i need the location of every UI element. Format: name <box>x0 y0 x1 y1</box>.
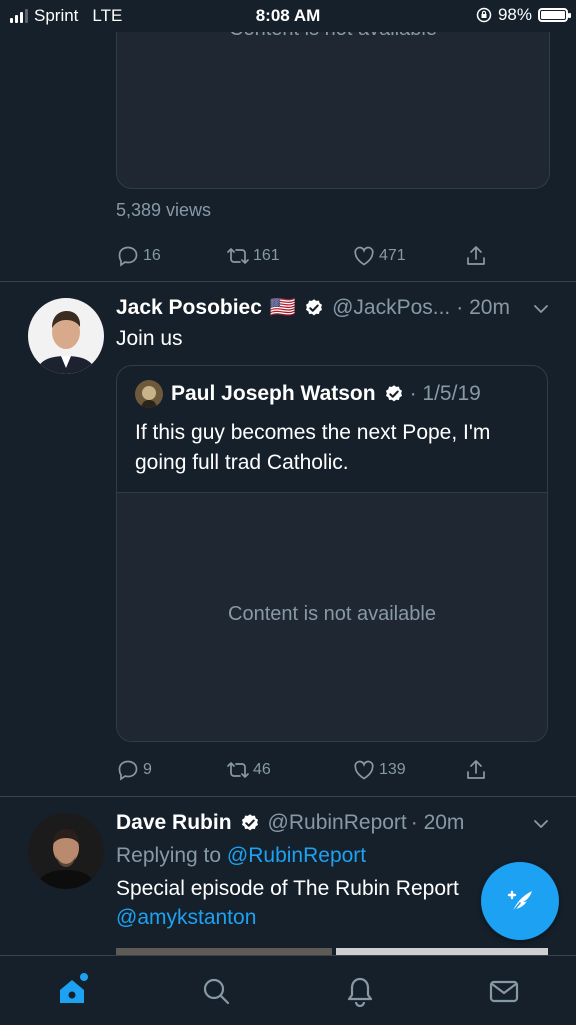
battery-info: 98% <box>476 5 571 25</box>
mail-icon <box>489 980 519 1002</box>
author-handle[interactable]: @RubinReport <box>268 811 407 835</box>
flag-icon: 🇺🇸 <box>269 296 297 319</box>
compose-tweet-button[interactable] <box>481 862 559 940</box>
battery-level <box>541 11 565 19</box>
tweet-text: Special episode of The Rubin Report <box>116 877 459 900</box>
verified-icon <box>385 385 402 402</box>
tweet-time: · 20m <box>456 296 510 319</box>
tweet-header: Dave Rubin @RubinReport · 20m <box>116 811 548 835</box>
tweet-actions: 16 161 471 <box>116 244 488 268</box>
tab-messages[interactable] <box>464 961 544 1021</box>
retweet-icon <box>227 762 249 778</box>
like-button[interactable]: 139 <box>352 758 464 782</box>
compose-feather-icon <box>507 890 532 914</box>
author-name[interactable]: Jack Posobiec <box>116 296 262 320</box>
author-handle[interactable]: @JackPos... <box>332 296 450 320</box>
heart-icon <box>354 246 374 266</box>
replying-label: Replying to <box>116 844 222 867</box>
new-content-dot <box>80 972 88 981</box>
reply-count: 9 <box>143 761 152 778</box>
tab-home[interactable] <box>32 961 112 1021</box>
status-bar: Sprint LTE 8:08 AM 98% <box>0 0 576 32</box>
tweet-divider <box>0 281 576 282</box>
author-name[interactable]: Dave Rubin <box>116 811 232 835</box>
tweet-actions: 9 46 139 <box>116 758 488 782</box>
media-unavailable-text: Content is not available <box>228 603 436 625</box>
avatar[interactable] <box>28 813 104 889</box>
heart-icon <box>354 760 374 780</box>
tweet-divider <box>0 796 576 797</box>
quote-media[interactable]: Content is not available <box>117 492 547 741</box>
quote-author-name: Paul Joseph Watson <box>171 382 376 405</box>
tab-notifications[interactable] <box>320 961 400 1021</box>
retweet-button[interactable]: 46 <box>226 758 352 782</box>
search-icon <box>203 978 230 1004</box>
tweet-media[interactable]: Content is not available <box>116 6 550 189</box>
tweet-text: Join us <box>116 327 183 350</box>
quote-avatar <box>135 380 163 408</box>
avatar-jack-image <box>28 298 104 374</box>
mention-link[interactable]: @amykstanton <box>116 903 256 932</box>
retweet-count: 46 <box>253 761 271 778</box>
bell-icon <box>347 977 373 1007</box>
reply-button[interactable]: 16 <box>116 244 226 268</box>
verified-icon <box>241 814 258 831</box>
like-count: 139 <box>379 761 406 778</box>
chevron-down-icon[interactable] <box>532 815 550 833</box>
tweet-time: · 20m <box>410 811 465 834</box>
chevron-down-icon[interactable] <box>532 300 550 318</box>
reply-icon <box>118 246 138 267</box>
reply-count: 16 <box>143 247 161 264</box>
quote-header: Paul Joseph Watson · 1/5/19 <box>135 380 481 408</box>
battery-percent: 98% <box>497 5 532 24</box>
share-icon <box>467 246 485 265</box>
retweet-button[interactable]: 161 <box>226 244 352 268</box>
verified-icon <box>306 299 323 316</box>
rotation-lock-icon <box>476 7 492 23</box>
retweet-icon <box>227 248 249 264</box>
share-button[interactable] <box>464 244 488 268</box>
share-icon <box>467 760 485 779</box>
reply-icon <box>118 760 138 781</box>
tab-search[interactable] <box>176 961 256 1021</box>
like-count: 471 <box>379 247 406 264</box>
retweet-count: 161 <box>253 247 280 264</box>
avatar-paul-image <box>135 380 163 408</box>
view-count: 5,389 views <box>116 200 212 220</box>
avatar-dave-image <box>28 813 104 889</box>
share-button[interactable] <box>464 758 488 782</box>
bottom-tab-bar <box>0 955 576 1025</box>
quote-date: · 1/5/19 <box>409 382 481 405</box>
avatar[interactable] <box>28 298 104 374</box>
reply-button[interactable]: 9 <box>116 758 226 782</box>
battery-icon <box>538 8 571 22</box>
replying-to: Replying to @RubinReport <box>116 841 366 870</box>
quoted-tweet[interactable]: Paul Joseph Watson · 1/5/19 If this guy … <box>116 365 548 742</box>
replying-handle-link[interactable]: @RubinReport <box>227 844 366 867</box>
like-button[interactable]: 471 <box>352 244 464 268</box>
quote-text: If this guy becomes the next Pope, I'm g… <box>135 421 491 474</box>
tweet-header: Jack Posobiec 🇺🇸 @JackPos... · 20m <box>116 296 548 320</box>
